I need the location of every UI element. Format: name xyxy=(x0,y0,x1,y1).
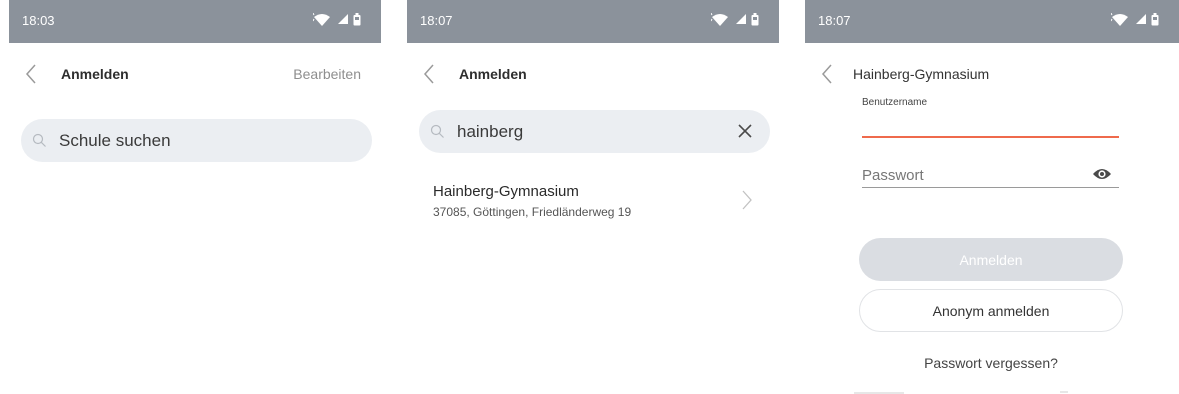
edit-button[interactable]: Bearbeiten xyxy=(293,66,361,82)
wifi-icon xyxy=(711,13,728,26)
battery-icon xyxy=(1151,13,1159,26)
nav-bar: Anmelden xyxy=(407,52,779,96)
battery-icon xyxy=(353,13,361,26)
nav-bar: Anmelden Bearbeiten xyxy=(9,52,381,96)
status-bar: 18:07 xyxy=(805,0,1179,43)
screen-search-results: 18:07 Anmelden hainberg Hainberg-Gymnasi… xyxy=(407,0,779,394)
search-icon xyxy=(32,133,46,147)
anonymous-login-button[interactable]: Anonym anmelden xyxy=(859,289,1123,332)
search-icon xyxy=(430,124,444,138)
username-underline xyxy=(862,136,1119,138)
search-query: hainberg xyxy=(457,122,524,141)
divider xyxy=(1060,391,1068,393)
chevron-left-icon[interactable] xyxy=(819,63,837,85)
school-name: Hainberg-Gymnasium xyxy=(433,183,579,200)
battery-icon xyxy=(751,13,759,26)
wifi-icon xyxy=(313,13,330,26)
signal-icon xyxy=(736,14,746,24)
school-search-field[interactable]: hainberg xyxy=(419,110,770,153)
status-time: 18:07 xyxy=(818,13,851,28)
screen-school-search: 18:03 Anmelden Bearbeiten Schule suchen xyxy=(9,0,381,394)
forgot-password-link[interactable]: Passwort vergessen? xyxy=(805,355,1177,371)
status-icons xyxy=(705,13,765,29)
password-field[interactable] xyxy=(862,164,1082,186)
search-placeholder: Schule suchen xyxy=(59,131,171,150)
page-title: Anmelden xyxy=(459,66,527,82)
page-title: Anmelden xyxy=(61,66,129,82)
chevron-left-icon[interactable] xyxy=(23,63,41,85)
chevron-left-icon[interactable] xyxy=(421,63,439,85)
status-time: 18:07 xyxy=(420,13,453,28)
page-title: Hainberg-Gymnasium xyxy=(853,66,990,82)
school-address: 37085, Göttingen, Friedländerweg 19 xyxy=(433,205,632,219)
status-bar: 18:07 xyxy=(407,0,779,43)
nav-bar: Hainberg-Gymnasium xyxy=(805,52,1179,96)
eye-icon[interactable] xyxy=(1092,167,1112,181)
username-field[interactable] xyxy=(862,112,1119,134)
username-label: Benutzername xyxy=(862,97,928,108)
signal-icon xyxy=(1136,14,1146,24)
close-icon[interactable] xyxy=(738,124,752,138)
login-button[interactable]: Anmelden xyxy=(859,238,1123,281)
list-item[interactable]: Hainberg-Gymnasium 37085, Göttingen, Fri… xyxy=(433,183,753,223)
wifi-icon xyxy=(1111,13,1128,26)
password-underline xyxy=(862,187,1119,188)
school-search-field[interactable]: Schule suchen xyxy=(21,119,372,162)
status-time: 18:03 xyxy=(22,13,55,28)
screen-login: 18:07 Hainberg-Gymnasium Benutzername An… xyxy=(805,0,1179,394)
chevron-right-icon xyxy=(742,190,752,210)
status-bar: 18:03 xyxy=(9,0,381,43)
status-icons xyxy=(307,13,367,29)
signal-icon xyxy=(338,14,348,24)
status-icons xyxy=(1105,13,1165,29)
